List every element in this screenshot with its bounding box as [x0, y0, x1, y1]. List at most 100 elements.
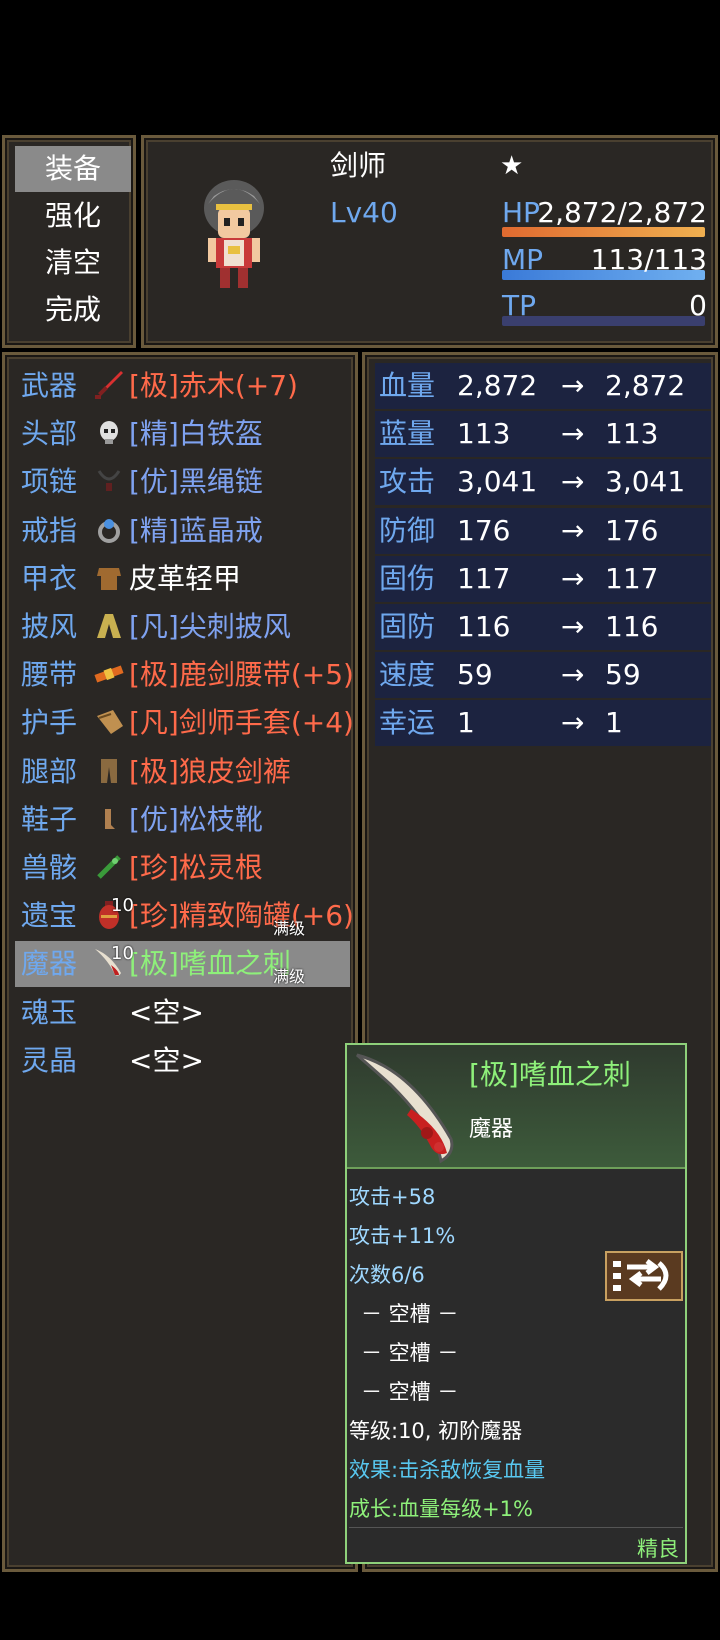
param-row: 蓝量 113 → 113 — [375, 411, 711, 458]
param-row: 血量 2,872 → 2,872 — [375, 363, 711, 409]
boot-icon — [93, 803, 125, 835]
tooltip-header: [极]嗜血之刺 魔器 — [347, 1045, 685, 1169]
pants-icon — [93, 755, 125, 787]
param-name: 幸运 — [379, 706, 436, 740]
tooltip-line: 效果:击杀敌恢复血量 — [349, 1458, 546, 1482]
item-name: [精]蓝晶戒 — [129, 513, 263, 547]
swap-icon — [613, 1259, 669, 1291]
cmd-equip[interactable]: 装备 — [15, 146, 131, 192]
equip-slot-row[interactable]: 甲衣 皮革轻甲 — [15, 556, 350, 602]
leather-armor-icon — [93, 562, 125, 594]
equipment-window: 武器 [极]赤木(+7) 头部 [精]白铁盔项链 [优]黑绳链戒指 [精]蓝晶戒甲衣 皮革轻… — [2, 352, 358, 1572]
skull-helm-icon — [93, 417, 125, 449]
arrow-icon: → — [561, 706, 585, 740]
param-current: 59 — [457, 658, 493, 692]
cmd-enhance[interactable]: 强化 — [15, 193, 131, 239]
item-name: [精]白铁盔 — [129, 417, 263, 451]
param-row: 速度 59 → 59 — [375, 652, 711, 699]
status-window: 剑师 ★ Lv40 HP 2,872/2,872 MP 113/113 TP 0 — [141, 135, 718, 348]
item-name: 皮革轻甲 — [129, 561, 242, 595]
param-name: 固防 — [379, 610, 436, 643]
slot-label: 遗宝 — [21, 899, 78, 933]
equip-slot-row[interactable]: 魂玉 <空> — [15, 990, 350, 1036]
equip-slot-row[interactable]: 遗宝 [珍]精致陶罐(+6) 10 满级 — [15, 893, 354, 939]
equip-slot-row[interactable]: 鞋子 [优]松枝靴 — [15, 797, 350, 843]
tp-value: 0 — [689, 289, 707, 322]
item-name: [极]鹿剑腰带(+5) — [129, 658, 354, 692]
hp-value: 2,872/2,872 — [537, 196, 707, 229]
arrow-icon: → — [561, 369, 585, 402]
empty-socket: － 空槽 － — [361, 1380, 459, 1404]
max-level-tag: 满级 — [273, 919, 306, 939]
item-name: [极]狼皮剑裤 — [129, 754, 291, 788]
tooltip-line: 等级:10, 初阶魔器 — [349, 1419, 523, 1443]
level-label: Lv40 — [330, 196, 398, 229]
item-level-badge: 10 — [111, 895, 134, 917]
empty-socket: － 空槽 － — [361, 1341, 459, 1365]
necklace-icon — [93, 465, 125, 497]
ring-icon — [93, 514, 125, 546]
equip-slot-row[interactable]: 腰带 [极]鹿剑腰带(+5) — [15, 652, 354, 698]
tooltip-line: 攻击+11% — [349, 1224, 456, 1248]
equip-slot-row[interactable]: 武器 [极]赤木(+7) — [15, 363, 350, 409]
param-row: 幸运 1 → 1 — [375, 700, 711, 747]
param-name: 固伤 — [379, 561, 436, 595]
root-icon — [93, 851, 125, 883]
item-name: [珍]松灵根 — [129, 851, 263, 884]
slot-label: 魂玉 — [21, 995, 78, 1029]
class-name: 剑师 — [330, 149, 387, 182]
param-current: 116 — [457, 610, 511, 643]
slot-label: 腰带 — [21, 658, 78, 692]
param-row: 防御 176 → 176 — [375, 507, 711, 554]
star-icon: ★ — [500, 151, 524, 181]
param-name: 蓝量 — [379, 417, 436, 451]
equip-slot-row[interactable]: 灵晶 <空> — [15, 1038, 350, 1084]
param-name: 血量 — [379, 369, 436, 402]
slot-label: 灵晶 — [21, 1043, 78, 1077]
param-new: 3,041 — [605, 465, 686, 499]
item-level-badge: 10 — [111, 943, 134, 965]
equip-slot-row[interactable]: 兽骸 [珍]松灵根 — [15, 845, 350, 891]
item-name: [优]黑绳链 — [129, 465, 263, 499]
item-tooltip: [极]嗜血之刺 魔器 攻击+58 攻击+11% 次数6/6 － 空槽 － － 空槽 － －… — [345, 1043, 687, 1564]
slot-label: 戒指 — [21, 513, 78, 547]
equip-slot-row[interactable]: 戒指 [精]蓝晶戒 — [15, 508, 350, 554]
tooltip-type: 魔器 — [469, 1117, 514, 1142]
equip-slot-row[interactable]: 护手 [凡]剑师手套(+4) — [15, 700, 354, 746]
equip-slot-row[interactable]: 项链 [优]黑绳链 — [15, 459, 350, 505]
slot-label: 头部 — [21, 417, 78, 451]
tooltip-divider — [349, 1527, 683, 1528]
cloak-icon — [93, 610, 125, 642]
max-level-tag: 满级 — [273, 967, 306, 987]
slot-label: 武器 — [21, 369, 78, 402]
arrow-icon: → — [561, 417, 585, 451]
slot-label: 护手 — [21, 706, 78, 740]
item-name: [凡]尖刺披风 — [129, 610, 291, 643]
belt-icon — [93, 658, 125, 690]
arrow-icon: → — [561, 658, 585, 692]
tooltip-line: 次数6/6 — [349, 1263, 425, 1287]
param-current: 113 — [457, 417, 511, 451]
equip-slot-row[interactable]: 披风 [凡]尖刺披风 — [15, 604, 350, 650]
param-current: 1 — [457, 706, 475, 740]
tooltip-line: 攻击+58 — [349, 1185, 436, 1209]
slot-label: 魔器 — [21, 947, 78, 981]
red-sword-icon — [93, 369, 125, 401]
param-current: 2,872 — [457, 369, 538, 402]
param-row: 攻击 3,041 → 3,041 — [375, 459, 711, 506]
compare-button[interactable] — [605, 1251, 683, 1301]
slot-label: 鞋子 — [21, 802, 78, 836]
param-name: 速度 — [379, 658, 436, 692]
param-new: 117 — [605, 561, 659, 595]
cmd-clear[interactable]: 清空 — [15, 240, 131, 286]
equip-slot-row[interactable]: 头部 [精]白铁盔 — [15, 411, 350, 457]
param-current: 3,041 — [457, 465, 538, 499]
tooltip-line: 成长:血量每级+1% — [349, 1497, 533, 1521]
cmd-done[interactable]: 完成 — [15, 287, 131, 333]
slot-label: 腿部 — [21, 754, 78, 788]
equip-slot-row[interactable]: 魔器 [极]嗜血之刺 10 满级 — [15, 941, 350, 988]
equip-slot-row[interactable]: 腿部 [极]狼皮剑裤 — [15, 749, 350, 795]
item-name: [凡]剑师手套(+4) — [129, 706, 354, 740]
item-name: [优]松枝靴 — [129, 802, 263, 836]
mp-value: 113/113 — [590, 243, 707, 276]
